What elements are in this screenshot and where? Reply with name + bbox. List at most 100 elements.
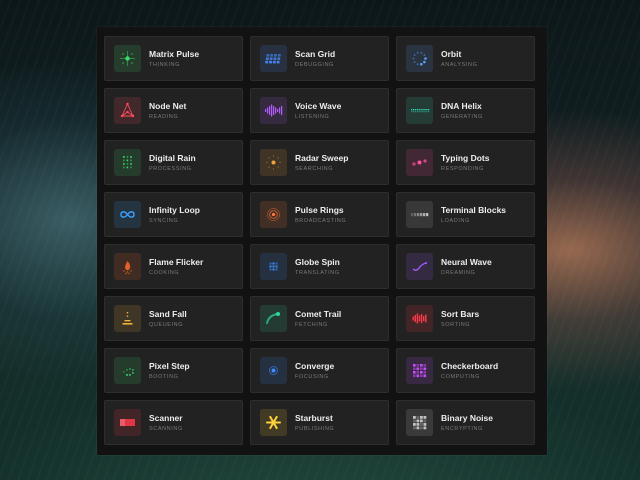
loader-title: DNA Helix bbox=[441, 101, 482, 111]
loader-status: SCANNING bbox=[149, 426, 183, 432]
loader-text: DNA Helix GENERATING bbox=[441, 101, 483, 121]
loader-title: Converge bbox=[295, 361, 335, 371]
sort-bars-icon bbox=[406, 305, 433, 332]
loader-card-matrix-pulse[interactable]: Matrix Pulse THINKING bbox=[104, 36, 243, 81]
loader-status: BROADCASTING bbox=[295, 218, 347, 224]
loader-title: Typing Dots bbox=[441, 153, 490, 163]
digital-rain-icon bbox=[114, 149, 141, 176]
flame-flicker-icon bbox=[114, 253, 141, 280]
loader-text: Pixel Step BOOTING bbox=[149, 361, 190, 381]
loader-card-scan-grid[interactable]: Scan Grid DEBUGGING bbox=[250, 36, 389, 81]
loader-text: Voice Wave LISTENING bbox=[295, 101, 341, 121]
loader-status: ANALYSING bbox=[441, 62, 478, 68]
loader-text: Comet Trail FETCHING bbox=[295, 309, 341, 329]
loader-status: COMPUTING bbox=[441, 374, 481, 380]
loader-card-sand-fall[interactable]: Sand Fall QUEUEING bbox=[104, 296, 243, 341]
loader-text: Pulse Rings BROADCASTING bbox=[295, 205, 346, 225]
loader-text: Matrix Pulse THINKING bbox=[149, 49, 199, 69]
loader-card-checkerboard[interactable]: Checkerboard COMPUTING bbox=[396, 348, 535, 393]
loader-status: SYNCING bbox=[149, 218, 179, 224]
loader-card-comet-trail[interactable]: Comet Trail FETCHING bbox=[250, 296, 389, 341]
loader-card-neural-wave[interactable]: Neural Wave DREAMING bbox=[396, 244, 535, 289]
loader-status: READING bbox=[149, 114, 179, 120]
orbit-icon bbox=[406, 45, 433, 72]
loader-text: Radar Sweep SEARCHING bbox=[295, 153, 348, 173]
loader-text: Checkerboard COMPUTING bbox=[441, 361, 498, 381]
loader-status: DEBUGGING bbox=[295, 62, 335, 68]
loader-grid: Matrix Pulse THINKING Scan Grid DEBUGGING Or… bbox=[104, 36, 535, 445]
loader-status: PROCESSING bbox=[149, 166, 192, 172]
loader-card-binary-noise[interactable]: Binary Noise ENCRYPTING bbox=[396, 400, 535, 445]
voice-wave-icon bbox=[260, 97, 287, 124]
loader-status: COOKING bbox=[149, 270, 180, 276]
loader-title: Neural Wave bbox=[441, 257, 492, 267]
loader-title: Radar Sweep bbox=[295, 153, 349, 163]
loader-card-node-net[interactable]: Node Net READING bbox=[104, 88, 243, 133]
loader-text: Scanner SCANNING bbox=[149, 413, 183, 433]
loader-title: Voice Wave bbox=[295, 101, 342, 111]
loader-card-infinity-loop[interactable]: Infinity Loop SYNCING bbox=[104, 192, 243, 237]
loader-card-radar-sweep[interactable]: Radar Sweep SEARCHING bbox=[250, 140, 389, 185]
loader-text: Flame Flicker COOKING bbox=[149, 257, 203, 277]
loader-title: Matrix Pulse bbox=[149, 49, 200, 59]
loader-text: Scan Grid DEBUGGING bbox=[295, 49, 335, 69]
globe-spin-icon bbox=[260, 253, 287, 280]
loader-text: Globe Spin TRANSLATING bbox=[295, 257, 340, 277]
loader-card-terminal-blocks[interactable]: Terminal Blocks LOADING bbox=[396, 192, 535, 237]
loader-card-digital-rain[interactable]: Digital Rain PROCESSING bbox=[104, 140, 243, 185]
loader-text: Terminal Blocks LOADING bbox=[441, 205, 506, 225]
loader-card-orbit[interactable]: Orbit ANALYSING bbox=[396, 36, 535, 81]
loader-card-converge[interactable]: Converge FOCUSING bbox=[250, 348, 389, 393]
loader-card-flame-flicker[interactable]: Flame Flicker COOKING bbox=[104, 244, 243, 289]
loader-title: Sand Fall bbox=[149, 309, 187, 319]
sand-fall-icon bbox=[114, 305, 141, 332]
pixel-step-icon bbox=[114, 357, 141, 384]
loader-text: Infinity Loop SYNCING bbox=[149, 205, 200, 225]
loader-status: SEARCHING bbox=[295, 166, 334, 172]
pulse-rings-icon bbox=[260, 201, 287, 228]
loader-card-dna-helix[interactable]: DNA Helix GENERATING bbox=[396, 88, 535, 133]
neural-wave-icon bbox=[406, 253, 433, 280]
loader-status: LOADING bbox=[441, 218, 470, 224]
loader-title: Binary Noise bbox=[441, 413, 493, 423]
loader-title: Flame Flicker bbox=[149, 257, 204, 267]
loader-text: Orbit ANALYSING bbox=[441, 49, 477, 69]
loader-title: Scan Grid bbox=[295, 49, 336, 59]
loader-card-globe-spin[interactable]: Globe Spin TRANSLATING bbox=[250, 244, 389, 289]
loader-status: FETCHING bbox=[295, 322, 328, 328]
loader-card-pulse-rings[interactable]: Pulse Rings BROADCASTING bbox=[250, 192, 389, 237]
converge-icon bbox=[260, 357, 287, 384]
loader-card-pixel-step[interactable]: Pixel Step BOOTING bbox=[104, 348, 243, 393]
loader-status: TRANSLATING bbox=[295, 270, 340, 276]
loader-card-sort-bars[interactable]: Sort Bars SORTING bbox=[396, 296, 535, 341]
loader-title: Terminal Blocks bbox=[441, 205, 507, 215]
loader-title: Orbit bbox=[441, 49, 462, 59]
dna-helix-icon bbox=[406, 97, 433, 124]
loader-status: LISTENING bbox=[295, 114, 330, 120]
loader-gallery-panel: Matrix Pulse THINKING Scan Grid DEBUGGING Or… bbox=[97, 27, 547, 455]
terminal-blocks-icon bbox=[406, 201, 433, 228]
loader-card-scanner[interactable]: Scanner SCANNING bbox=[104, 400, 243, 445]
matrix-pulse-icon bbox=[114, 45, 141, 72]
loader-text: Starburst PUBLISHING bbox=[295, 413, 334, 433]
loader-status: QUEUEING bbox=[149, 322, 184, 328]
loader-text: Digital Rain PROCESSING bbox=[149, 153, 196, 173]
loader-text: Binary Noise ENCRYPTING bbox=[441, 413, 493, 433]
comet-trail-icon bbox=[260, 305, 287, 332]
loader-card-typing-dots[interactable]: Typing Dots RESPONDING bbox=[396, 140, 535, 185]
loader-title: Starburst bbox=[295, 413, 333, 423]
loader-title: Digital Rain bbox=[149, 153, 196, 163]
loader-status: BOOTING bbox=[149, 374, 179, 380]
loader-title: Pixel Step bbox=[149, 361, 190, 371]
binary-noise-icon bbox=[406, 409, 433, 436]
loader-title: Globe Spin bbox=[295, 257, 340, 267]
loader-title: Comet Trail bbox=[295, 309, 342, 319]
loader-text: Converge FOCUSING bbox=[295, 361, 334, 381]
loader-text: Neural Wave DREAMING bbox=[441, 257, 492, 277]
loader-status: RESPONDING bbox=[441, 166, 484, 172]
loader-card-voice-wave[interactable]: Voice Wave LISTENING bbox=[250, 88, 389, 133]
loader-card-starburst[interactable]: Starburst PUBLISHING bbox=[250, 400, 389, 445]
loader-title: Scanner bbox=[149, 413, 183, 423]
loader-title: Node Net bbox=[149, 101, 187, 111]
radar-sweep-icon bbox=[260, 149, 287, 176]
